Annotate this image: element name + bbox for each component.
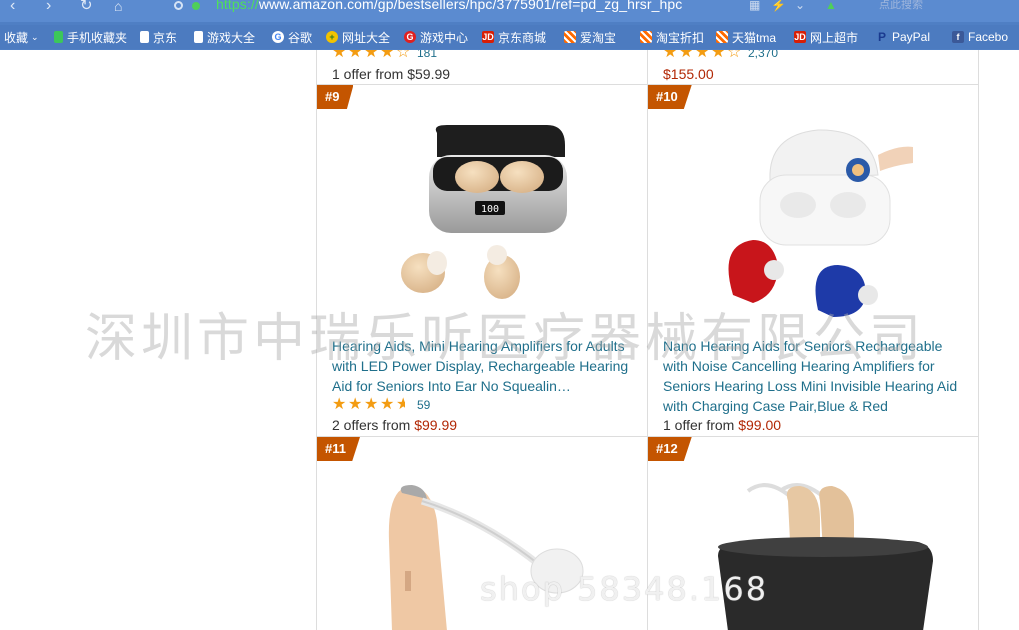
- star-icon: ★: [663, 50, 678, 61]
- product-image-red-blue-aids[interactable]: [708, 125, 918, 325]
- rating-count[interactable]: 59: [417, 398, 430, 412]
- bookmark-item[interactable]: P PayPal: [876, 29, 930, 45]
- product-card-10[interactable]: #10 Nano Hearing Aids for Seniors Rechar…: [648, 85, 978, 436]
- bookmark-item[interactable]: 游戏大全: [194, 29, 255, 45]
- product-image-earbuds-case[interactable]: 100: [397, 125, 567, 315]
- rank-badge: #9: [317, 85, 354, 109]
- rank-badge: #10: [648, 85, 692, 109]
- star-rating[interactable]: ★ ★ ★ ★ ☆ 2,370: [663, 50, 778, 61]
- product-image-bte-pair[interactable]: [708, 481, 948, 630]
- refresh-icon[interactable]: ↻: [80, 0, 93, 14]
- bookmark-item[interactable]: JD 网上超市: [794, 29, 858, 45]
- page-icon: [194, 31, 203, 43]
- offer-text[interactable]: 1 offer from $59.99: [332, 66, 450, 82]
- offer-text[interactable]: 2 offers from $99.99: [332, 417, 457, 433]
- grid-icon: [716, 31, 728, 43]
- star-half-icon: ★: [396, 396, 411, 413]
- jd-icon: JD: [794, 31, 806, 43]
- rank-badge: #11: [317, 437, 360, 461]
- bookmark-item[interactable]: 手机收藏夹: [54, 29, 127, 45]
- star-icon: ★: [332, 50, 347, 61]
- bookmark-item[interactable]: f Facebo: [952, 29, 1008, 45]
- secure-lock-icon: [192, 2, 200, 10]
- product-title-link[interactable]: Hearing Aids, Mini Hearing Amplifiers fo…: [332, 336, 637, 396]
- site-info-icon[interactable]: [174, 1, 183, 10]
- price: $155.00: [663, 66, 714, 82]
- navigation-bar: ‹ › ↻ ⌂ https://www.amazon.com/gp/bestse…: [0, 0, 1019, 22]
- bookmark-item[interactable]: 京东: [140, 29, 177, 45]
- plus-icon: +: [326, 31, 338, 43]
- address-bar[interactable]: https://www.amazon.com/gp/bestsellers/hp…: [170, 0, 750, 14]
- bookmark-item[interactable]: G 谷歌: [272, 29, 312, 45]
- grid-divider: [978, 50, 979, 630]
- bookmark-item[interactable]: G 游戏中心: [404, 29, 468, 45]
- star-outline-icon: ☆: [727, 50, 742, 61]
- star-icon: ★: [380, 396, 395, 413]
- star-icon: ★: [695, 50, 710, 61]
- jd-icon: JD: [482, 31, 494, 43]
- product-image-bte-aid[interactable]: [377, 481, 597, 630]
- star-icon: ★: [348, 396, 363, 413]
- bookmark-favorites[interactable]: 收藏 ⌄: [4, 29, 39, 45]
- back-icon[interactable]: ‹: [10, 0, 15, 14]
- star-outline-icon: ☆: [396, 50, 411, 61]
- url-text[interactable]: https://www.amazon.com/gp/bestsellers/hp…: [216, 0, 682, 12]
- star-rating[interactable]: ★ ★ ★ ★ ☆ 181: [332, 50, 437, 61]
- grid-icon: [640, 31, 652, 43]
- star-icon: ★: [380, 50, 395, 61]
- rating-count[interactable]: 181: [417, 50, 437, 60]
- star-rating[interactable]: ★ ★ ★ ★ ★ 59: [332, 396, 430, 413]
- star-icon: ★: [348, 50, 363, 61]
- star-icon: ★: [364, 396, 379, 413]
- star-icon: ★: [364, 50, 379, 61]
- page-content: ★ ★ ★ ★ ☆ 181 1 offer from $59.99 ★ ★ ★ …: [0, 50, 1019, 630]
- rating-count[interactable]: 2,370: [748, 50, 778, 60]
- grid-icon[interactable]: ▦: [749, 0, 760, 12]
- product-card-9[interactable]: #9 100 Hearing Aids, Mini Hearing Amplif…: [317, 85, 647, 436]
- star-icon: ★: [332, 396, 347, 413]
- chevron-down-icon: ⌄: [31, 31, 39, 42]
- search-engine-icon[interactable]: ▲: [825, 0, 837, 12]
- star-icon: ★: [679, 50, 694, 61]
- bookmark-item[interactable]: 天猫tma: [716, 29, 776, 45]
- star-icon: ★: [711, 50, 726, 61]
- chevron-down-icon[interactable]: ⌄: [795, 0, 805, 12]
- offer-text[interactable]: 1 offer from $99.00: [663, 417, 781, 433]
- bookmark-item[interactable]: 淘宝折扣: [640, 29, 704, 45]
- bookmarks-bar: 收藏 ⌄ 手机收藏夹 京东 游戏大全 G 谷歌 + 网址大全 G 游戏中心 JD: [0, 25, 1019, 49]
- home-icon[interactable]: ⌂: [114, 0, 122, 14]
- product-card-12[interactable]: #12: [648, 437, 978, 630]
- bookmark-item[interactable]: JD 京东商城: [482, 29, 546, 45]
- bookmark-item[interactable]: + 网址大全: [326, 29, 390, 45]
- lightning-icon[interactable]: ⚡: [771, 0, 786, 12]
- game-icon: G: [404, 31, 416, 43]
- product-title-link[interactable]: Nano Hearing Aids for Seniors Rechargeab…: [663, 336, 968, 416]
- forward-icon[interactable]: ›: [46, 0, 51, 14]
- paypal-icon: P: [877, 30, 886, 44]
- toolbar-right: ▦ ⚡ ⌄ ▲ 点此搜索: [749, 0, 1019, 14]
- rank-badge: #12: [648, 437, 692, 461]
- facebook-icon: f: [952, 31, 964, 43]
- svg-text:100: 100: [481, 204, 499, 215]
- bookmark-item[interactable]: 爱淘宝: [564, 29, 616, 45]
- product-card-11[interactable]: #11: [317, 437, 647, 630]
- phone-icon: [54, 31, 63, 43]
- browser-chrome: ‹ › ↻ ⌂ https://www.amazon.com/gp/bestse…: [0, 0, 1019, 50]
- google-icon: G: [272, 31, 284, 43]
- page-icon: [140, 31, 149, 43]
- grid-icon: [564, 31, 576, 43]
- search-input[interactable]: 点此搜索: [879, 0, 999, 12]
